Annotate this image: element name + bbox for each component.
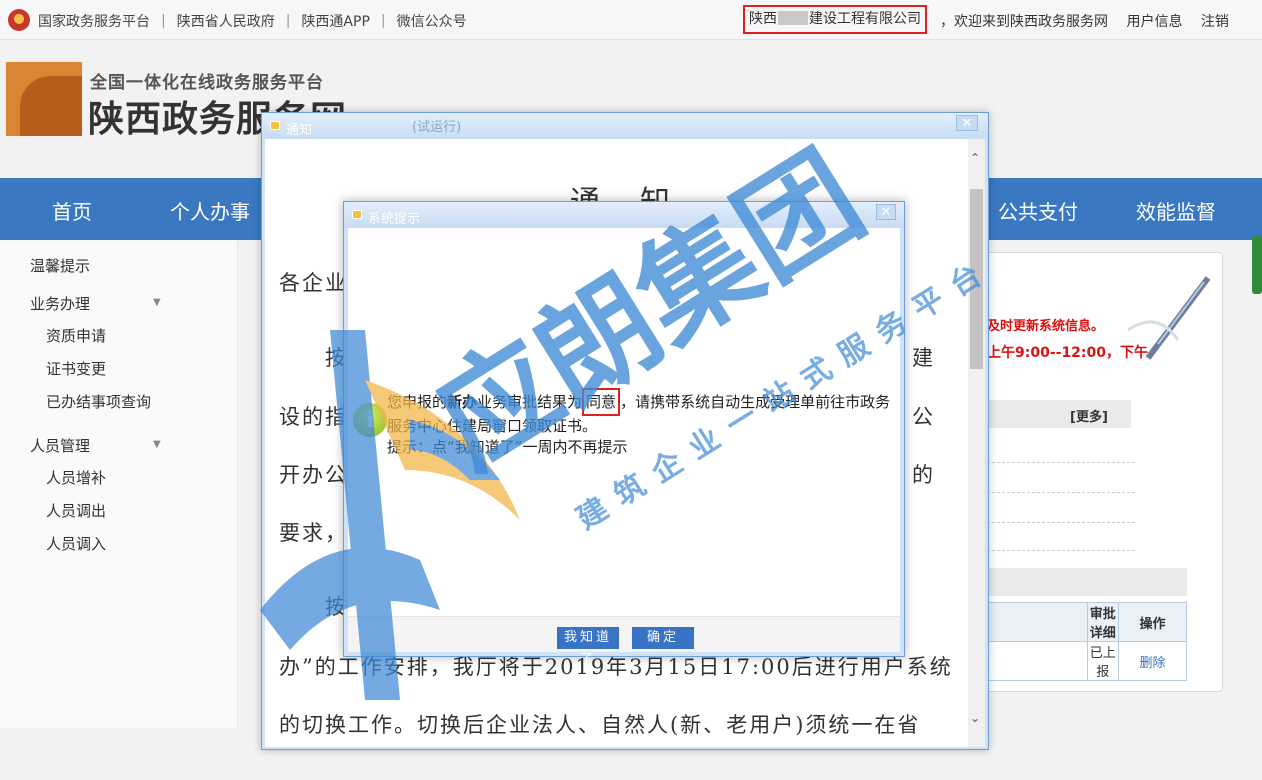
msg-text: 您申报的	[387, 393, 448, 411]
nav-item-payment[interactable]: 公共支付	[998, 196, 1078, 225]
national-emblem-icon	[8, 9, 30, 31]
company-name-highlight: 陕西 建设工程有限公司	[743, 5, 927, 34]
separator: |	[380, 13, 386, 29]
close-icon[interactable]: ✕	[956, 115, 978, 131]
nav-item-supervision[interactable]: 效能监督	[1136, 196, 1216, 225]
notice-text-right: 建	[912, 346, 933, 370]
notice-red-text: 及时更新系统信息。	[987, 319, 1105, 334]
sidebar-group-business[interactable]: 业务办理	[30, 293, 90, 314]
logout-link[interactable]: 注销	[1201, 14, 1229, 30]
dialog-title: 系统提示	[368, 212, 421, 227]
company-prefix: 陕西	[749, 11, 777, 27]
info-icon: i	[353, 403, 387, 437]
window-icon	[270, 121, 280, 130]
site-logo	[6, 62, 82, 136]
chevron-down-icon[interactable]: ▼	[153, 297, 161, 308]
panel-header-bar	[987, 400, 1131, 428]
office-hours-text: 上午9:00--12:00，下午	[987, 345, 1149, 361]
sidebar-item-cert-change[interactable]: 证书变更	[46, 358, 106, 379]
table-header-action: 操作	[1118, 602, 1187, 642]
top-link-provincial-gov[interactable]: 陕西省人民政府	[177, 11, 275, 31]
more-link[interactable]: [更多]	[1070, 406, 1108, 425]
trial-label: (试运行)	[412, 120, 462, 135]
dialog-titlebar: 系统提示 ✕	[344, 202, 904, 228]
table-header-detail: 审批详细	[1086, 602, 1119, 642]
welcome-text: ，欢迎来到陕西政务服务网	[940, 14, 1108, 30]
delete-link[interactable]: 删除	[1118, 641, 1187, 681]
notice-text-right: 公	[912, 405, 933, 429]
scroll-up-icon[interactable]: ⌃	[970, 151, 980, 165]
nav-item-home[interactable]: 首页	[52, 196, 92, 225]
close-icon[interactable]: ✕	[876, 204, 896, 220]
system-prompt-dialog: 系统提示 ✕ i 您申报的新办业务审批结果为 同意 ，请携带系统自动生成受理单前往市…	[343, 201, 905, 667]
divider	[987, 492, 1135, 493]
separator: |	[161, 13, 166, 29]
notice-titlebar: 通知 (试运行) ✕	[262, 113, 988, 139]
window-icon	[352, 210, 362, 219]
notice-text-right: 的	[912, 463, 933, 487]
notice-text-line: 要求，	[279, 521, 348, 545]
msg-text: 业务审批结果为	[477, 393, 583, 411]
sidebar-item-transfer-out[interactable]: 人员调出	[46, 500, 106, 521]
top-bar: 国家政务服务平台 | 陕西省人民政府 | 陕西通APP | 微信公众号 陕西 建设…	[0, 0, 1262, 40]
notice-text-line: 开办公	[279, 463, 348, 487]
divider	[987, 550, 1135, 551]
approval-table: 审批详细 操作 已上报 删除	[987, 602, 1187, 681]
msg-hint: 提示：点“我知道了”一周内不再提示	[387, 438, 628, 456]
agree-highlight: 同意	[582, 388, 621, 416]
panel-header-bar	[987, 568, 1187, 596]
sidebar-item-transfer-in[interactable]: 人员调入	[46, 533, 106, 554]
top-link-national-platform[interactable]: 国家政务服务平台	[38, 11, 150, 31]
table-cell-spacer	[987, 641, 1088, 681]
top-links: 国家政务服务平台 | 陕西省人民政府 | 陕西通APP | 微信公众号	[38, 11, 467, 31]
table-header-spacer	[987, 602, 1088, 642]
msg-bold-new: 新办	[447, 393, 478, 411]
divider	[987, 522, 1135, 523]
top-link-wechat[interactable]: 微信公众号	[397, 11, 467, 31]
sidebar-item-add-staff[interactable]: 人员增补	[46, 467, 106, 488]
dialog-body: i 您申报的新办业务审批结果为 同意 ，请携带系统自动生成受理单前往市政务服务中心住…	[348, 228, 900, 616]
user-info-link[interactable]: 用户信息	[1126, 14, 1182, 30]
nav-item-personal[interactable]: 个人办事	[170, 196, 250, 225]
user-area: ，欢迎来到陕西政务服务网 用户信息 注销	[940, 11, 1243, 31]
side-widget[interactable]	[1252, 236, 1262, 294]
sidebar-item-qualification[interactable]: 资质申请	[46, 325, 106, 346]
dialog-message: 您申报的新办业务审批结果为 同意 ，请携带系统自动生成受理单前往市政务服务中心住建局…	[387, 388, 902, 458]
dialog-footer: 我知道了 确定	[348, 616, 900, 667]
sidebar-item-completed-query[interactable]: 已办结事项查询	[46, 391, 151, 412]
notice-text-line: 各企业	[279, 271, 348, 295]
notice-text-line: 设的指	[279, 405, 348, 429]
scroll-down-icon[interactable]: ⌄	[970, 711, 980, 725]
separator: |	[285, 13, 291, 29]
top-link-app[interactable]: 陕西通APP	[301, 11, 369, 31]
company-suffix: 建设工程有限公司	[809, 11, 921, 27]
redacted-block	[778, 11, 808, 25]
divider	[987, 462, 1135, 463]
scroll-thumb[interactable]	[970, 189, 983, 369]
table-row: 已上报 删除	[987, 641, 1187, 681]
notice-text-line: 的切换工作。切换后企业法人、自然人(新、老用户)须统一在省	[279, 713, 921, 737]
table-cell-status: 已上报	[1086, 641, 1119, 681]
chevron-down-icon[interactable]: ▼	[153, 439, 161, 450]
sidebar: 温馨提示 业务办理 ▼ 资质申请 证书变更 已办结事项查询 人员管理 ▼ 人员增…	[0, 240, 238, 728]
sidebar-item-tip[interactable]: 温馨提示	[30, 255, 90, 276]
sidebar-group-personnel[interactable]: 人员管理	[30, 435, 90, 456]
ok-button[interactable]: 确定	[632, 627, 694, 649]
i-know-button[interactable]: 我知道了	[557, 627, 619, 667]
notice-scrollbar[interactable]: ⌃ ⌄	[968, 139, 985, 747]
notice-window-title: 通知	[286, 123, 313, 138]
